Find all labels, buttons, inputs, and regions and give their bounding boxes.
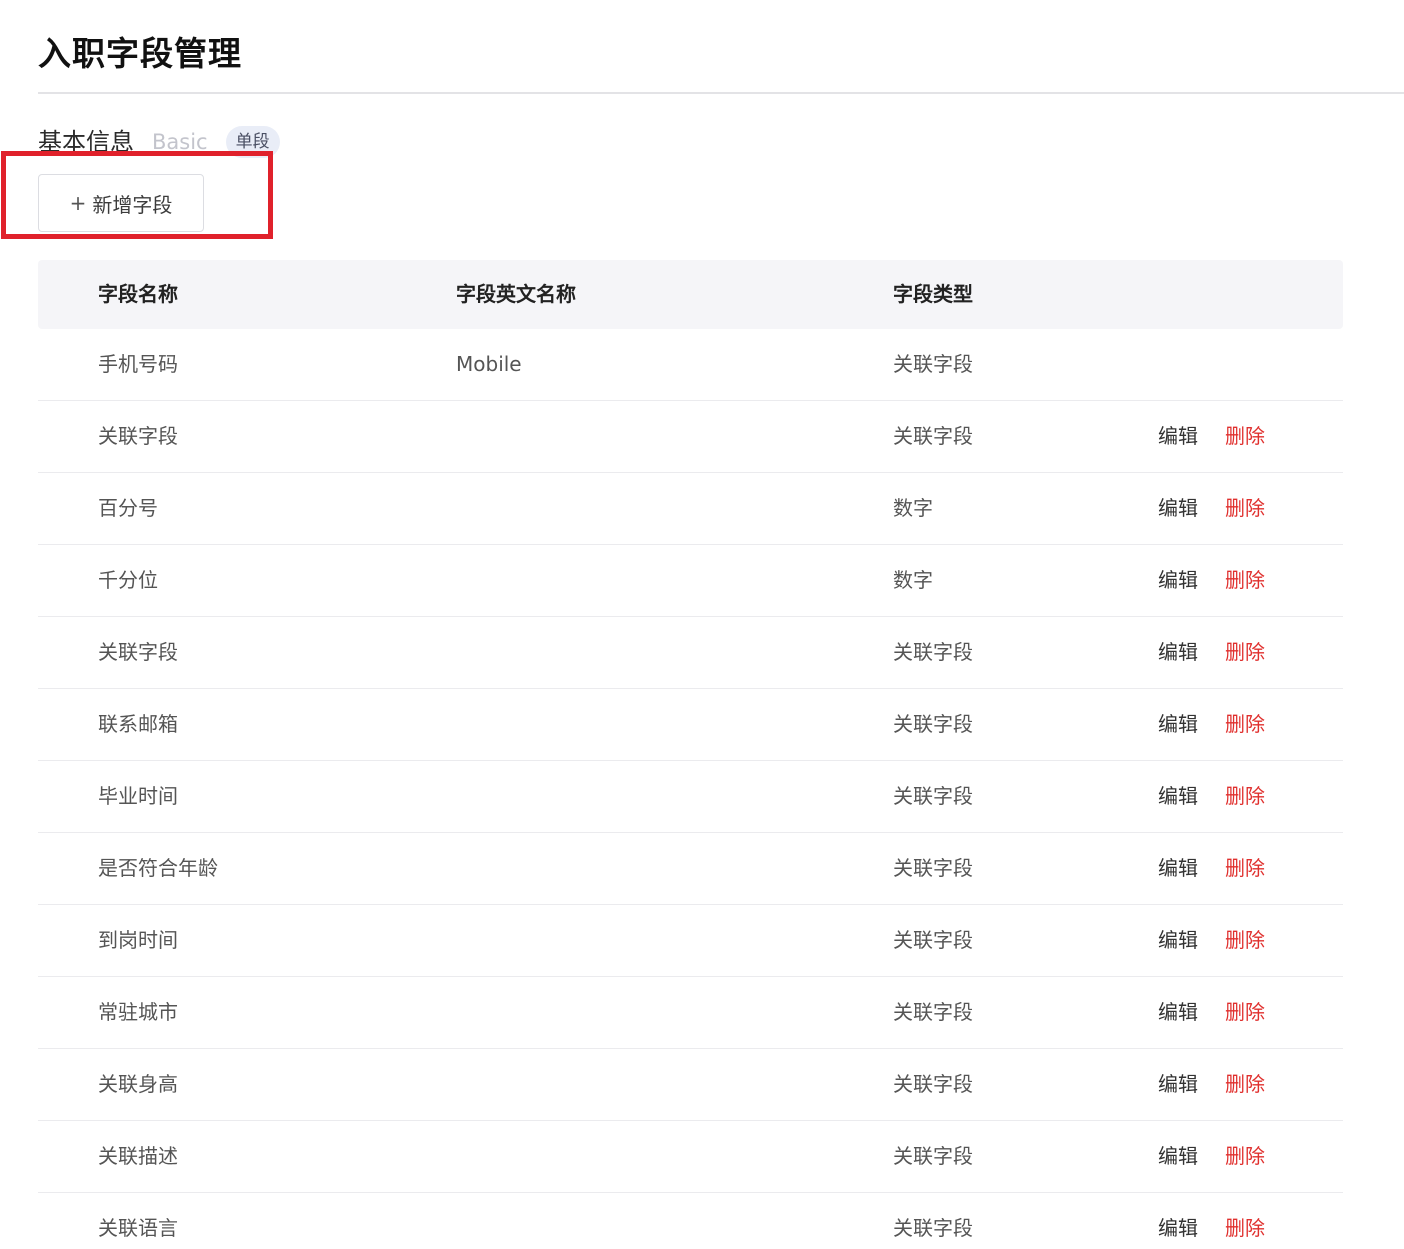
title-divider [38, 92, 1404, 94]
section-subtitle: Basic [152, 130, 208, 154]
field-type-cell: 关联字段 [893, 928, 973, 952]
field-type-cell: 数字 [893, 496, 933, 520]
delete-button[interactable]: 删除 [1225, 689, 1265, 760]
edit-button[interactable]: 编辑 [1158, 1193, 1198, 1249]
edit-button[interactable]: 编辑 [1158, 905, 1198, 976]
edit-button[interactable]: 编辑 [1158, 617, 1198, 688]
field-type-cell: 关联字段 [893, 1000, 973, 1024]
delete-button[interactable]: 删除 [1225, 473, 1265, 544]
field-type-cell: 关联字段 [893, 712, 973, 736]
delete-button[interactable]: 删除 [1225, 401, 1265, 472]
header-field-english-name: 字段英文名称 [456, 282, 576, 306]
field-name-cell: 是否符合年龄 [98, 856, 218, 880]
table-row: 是否符合年龄 关联字段 编辑 删除 [38, 833, 1343, 905]
section-title: 基本信息 [38, 128, 134, 156]
table-row: 关联描述 关联字段 编辑 删除 [38, 1121, 1343, 1193]
delete-button[interactable]: 删除 [1225, 1193, 1265, 1249]
field-type-cell: 关联字段 [893, 1216, 973, 1240]
table-row: 关联语言 关联字段 编辑 删除 [38, 1193, 1343, 1249]
field-name-cell: 关联描述 [98, 1144, 178, 1168]
delete-button[interactable]: 删除 [1225, 617, 1265, 688]
field-name-cell: 联系邮箱 [98, 712, 178, 736]
field-name-cell: 关联字段 [98, 640, 178, 664]
table-row: 关联身高 关联字段 编辑 删除 [38, 1049, 1343, 1121]
delete-button[interactable]: 删除 [1225, 545, 1265, 616]
page: 入职字段管理 基本信息 Basic 单段 + 新增字段 字段名称 字段英文名称 … [0, 0, 1404, 1249]
table-row: 到岗时间 关联字段 编辑 删除 [38, 905, 1343, 977]
field-english-name-cell: Mobile [456, 352, 522, 376]
table-body: 手机号码 Mobile 关联字段 关联字段 关联字段 编辑 删除 百分号 数字 编辑 删除 千分位 数字… [38, 329, 1343, 1249]
field-name-cell: 百分号 [98, 496, 158, 520]
field-name-cell: 手机号码 [98, 352, 178, 376]
table-header: 字段名称 字段英文名称 字段类型 [38, 260, 1343, 329]
table-row: 毕业时间 关联字段 编辑 删除 [38, 761, 1343, 833]
header-field-type: 字段类型 [893, 282, 973, 306]
edit-button[interactable]: 编辑 [1158, 761, 1198, 832]
field-name-cell: 关联语言 [98, 1216, 178, 1240]
edit-button[interactable]: 编辑 [1158, 689, 1198, 760]
field-type-cell: 关联字段 [893, 352, 973, 376]
field-type-cell: 关联字段 [893, 856, 973, 880]
edit-button[interactable]: 编辑 [1158, 977, 1198, 1048]
delete-button[interactable]: 删除 [1225, 1121, 1265, 1192]
edit-button[interactable]: 编辑 [1158, 1049, 1198, 1120]
table-row: 手机号码 Mobile 关联字段 [38, 329, 1343, 401]
field-type-cell: 数字 [893, 568, 933, 592]
section-header: 基本信息 Basic 单段 [38, 124, 280, 160]
field-type-cell: 关联字段 [893, 424, 973, 448]
edit-button[interactable]: 编辑 [1158, 1121, 1198, 1192]
table-row: 联系邮箱 关联字段 编辑 删除 [38, 689, 1343, 761]
delete-button[interactable]: 删除 [1225, 761, 1265, 832]
delete-button[interactable]: 删除 [1225, 905, 1265, 976]
page-title: 入职字段管理 [38, 34, 242, 73]
edit-button[interactable]: 编辑 [1158, 545, 1198, 616]
field-name-cell: 关联身高 [98, 1072, 178, 1096]
delete-button[interactable]: 删除 [1225, 977, 1265, 1048]
field-type-cell: 关联字段 [893, 1072, 973, 1096]
field-name-cell: 关联字段 [98, 424, 178, 448]
header-field-name: 字段名称 [98, 282, 178, 306]
edit-button[interactable]: 编辑 [1158, 833, 1198, 904]
delete-button[interactable]: 删除 [1225, 833, 1265, 904]
edit-button[interactable]: 编辑 [1158, 473, 1198, 544]
field-name-cell: 常驻城市 [98, 1000, 178, 1024]
field-type-cell: 关联字段 [893, 1144, 973, 1168]
table-row: 关联字段 关联字段 编辑 删除 [38, 401, 1343, 473]
field-type-cell: 关联字段 [893, 640, 973, 664]
fields-table: 字段名称 字段英文名称 字段类型 手机号码 Mobile 关联字段 关联字段 关联字段编… [38, 260, 1343, 1249]
add-field-button-label: 新增字段 [92, 192, 173, 217]
plus-icon: + [69, 191, 87, 215]
table-row: 百分号 数字 编辑 删除 [38, 473, 1343, 545]
add-field-button[interactable]: + 新增字段 [38, 174, 204, 232]
edit-button[interactable]: 编辑 [1158, 401, 1198, 472]
field-type-cell: 关联字段 [893, 784, 973, 808]
delete-button[interactable]: 删除 [1225, 1049, 1265, 1120]
section-badge: 单段 [225, 126, 280, 158]
field-name-cell: 毕业时间 [98, 784, 178, 808]
table-row: 千分位 数字 编辑 删除 [38, 545, 1343, 617]
field-name-cell: 千分位 [98, 568, 158, 592]
field-name-cell: 到岗时间 [98, 928, 178, 952]
table-row: 关联字段 关联字段 编辑 删除 [38, 617, 1343, 689]
table-row: 常驻城市 关联字段 编辑 删除 [38, 977, 1343, 1049]
